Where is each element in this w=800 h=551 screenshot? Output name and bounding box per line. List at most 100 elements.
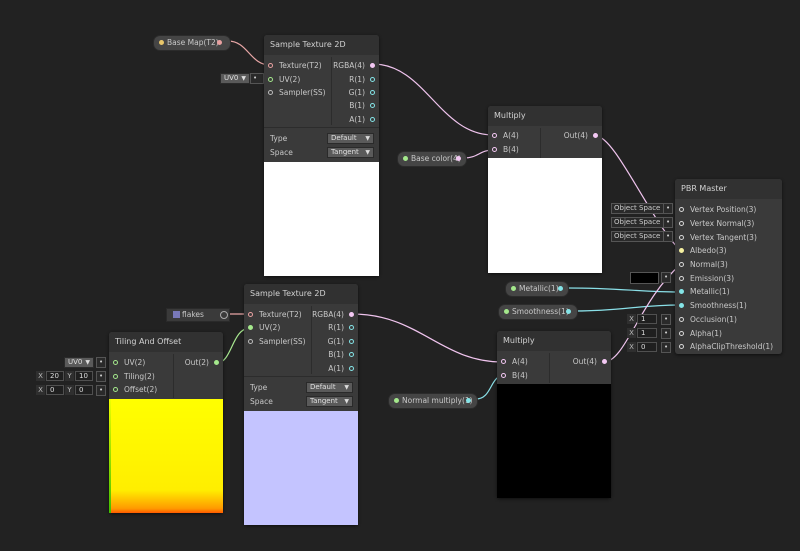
property-metallic[interactable]: Metallic(1) bbox=[505, 281, 569, 297]
wire-metallic bbox=[566, 287, 681, 293]
port-label: Alpha(1) bbox=[690, 329, 722, 338]
tiling-offset-node[interactable]: Tiling And Offset UV(2) Tiling(2) Offset… bbox=[109, 332, 223, 513]
property-base-map[interactable]: Base Map(T2) bbox=[153, 35, 231, 51]
sample-texture-node-2[interactable]: Sample Texture 2D Texture(T2) UV(2) Samp… bbox=[244, 284, 358, 525]
vertex-normal-space[interactable]: Object Space bbox=[611, 217, 664, 228]
chevron-down-icon: ▼ bbox=[344, 398, 349, 405]
texture-preview bbox=[244, 411, 358, 525]
output-port-b[interactable]: B(1) bbox=[325, 100, 375, 112]
type-dropdown[interactable]: Default ▼ bbox=[327, 133, 374, 144]
output-port-out[interactable]: Out(4) bbox=[553, 130, 598, 142]
port-label: Vertex Normal(3) bbox=[690, 219, 755, 228]
space-dropdown[interactable]: Tangent ▼ bbox=[327, 147, 374, 158]
port-label: R(1) bbox=[328, 323, 344, 332]
node-title: Tiling And Offset bbox=[109, 332, 223, 352]
tiling-y-value[interactable]: 10 bbox=[75, 371, 93, 381]
port-label: B(1) bbox=[349, 101, 365, 110]
port-label: A(4) bbox=[503, 131, 519, 140]
output-port-g[interactable]: G(1) bbox=[325, 87, 375, 99]
multiply-node-2[interactable]: Multiply A(4) B(4) Out(4) bbox=[497, 331, 611, 498]
property-output-port[interactable] bbox=[566, 309, 571, 314]
clip-connector: • bbox=[661, 342, 671, 353]
property-base-color[interactable]: Base color(4) bbox=[397, 151, 467, 167]
output-port-b[interactable]: B(1) bbox=[304, 349, 354, 361]
vertex-position-space[interactable]: Object Space bbox=[611, 203, 664, 214]
property-smoothness[interactable]: Smoothness(1) bbox=[498, 304, 578, 320]
property-port bbox=[394, 398, 399, 403]
clip-value[interactable]: 0 bbox=[637, 342, 657, 352]
port-dot bbox=[113, 360, 118, 365]
output-port-g[interactable]: G(1) bbox=[304, 336, 354, 348]
wire-rgba2-multiply2-a bbox=[351, 313, 504, 363]
tiling-preview bbox=[109, 399, 223, 513]
property-port bbox=[504, 309, 509, 314]
uv-port-connector: • bbox=[250, 73, 264, 84]
port-divider bbox=[540, 128, 541, 158]
port-label: Metallic(1) bbox=[690, 287, 730, 296]
node-title: Multiply bbox=[488, 106, 602, 126]
output-port-out[interactable]: Out(2) bbox=[174, 357, 219, 369]
property-output-port[interactable] bbox=[466, 398, 471, 403]
property-port bbox=[511, 286, 516, 291]
occlusion-value[interactable]: 1 bbox=[637, 314, 657, 324]
output-port-a[interactable]: A(1) bbox=[304, 363, 354, 375]
port-label: UV(2) bbox=[124, 358, 146, 367]
alpha-value[interactable]: 1 bbox=[637, 328, 657, 338]
port-dot bbox=[679, 262, 684, 267]
offset-connector: • bbox=[96, 385, 106, 396]
port-label: B(1) bbox=[328, 350, 344, 359]
port-dot bbox=[268, 77, 273, 82]
output-port-a[interactable]: A(1) bbox=[325, 114, 375, 126]
vertex-tangent-connector: • bbox=[663, 231, 673, 242]
property-output-port[interactable] bbox=[558, 286, 563, 291]
section-divider bbox=[244, 376, 358, 377]
sample-texture-node-1[interactable]: Sample Texture 2D Texture(T2) UV(2) Samp… bbox=[264, 35, 379, 276]
port-dot bbox=[602, 359, 607, 364]
output-port-r[interactable]: R(1) bbox=[325, 74, 375, 86]
property-flakes[interactable]: flakes bbox=[166, 308, 230, 322]
type-value: Default bbox=[331, 134, 357, 142]
vertex-tangent-space[interactable]: Object Space bbox=[611, 231, 664, 242]
node-title: Sample Texture 2D bbox=[244, 284, 358, 304]
port-label: A(4) bbox=[512, 357, 528, 366]
offset-x-value[interactable]: 0 bbox=[46, 385, 64, 395]
output-port-rgba[interactable]: RGBA(4) bbox=[304, 309, 354, 321]
port-label: RGBA(4) bbox=[333, 61, 365, 70]
texture-swatch-icon bbox=[173, 311, 180, 318]
property-normal-multiply[interactable]: Normal multiply(1) bbox=[388, 393, 478, 409]
port-dot bbox=[248, 339, 253, 344]
tiling-uv-connector: • bbox=[96, 357, 106, 368]
target-icon[interactable] bbox=[220, 311, 228, 319]
output-port-r[interactable]: R(1) bbox=[304, 322, 354, 334]
emission-color-swatch[interactable] bbox=[630, 272, 659, 284]
port-label: Texture(T2) bbox=[259, 310, 302, 319]
port-dot bbox=[679, 289, 684, 294]
space-value: Tangent bbox=[310, 397, 338, 405]
output-port-out[interactable]: Out(4) bbox=[562, 356, 607, 368]
output-port-rgba[interactable]: RGBA(4) bbox=[325, 60, 375, 72]
property-output-port[interactable] bbox=[456, 156, 461, 161]
port-label: Vertex Position(3) bbox=[690, 205, 757, 214]
chevron-down-icon: ▼ bbox=[365, 135, 370, 142]
property-label: Smoothness(1) bbox=[512, 307, 569, 316]
port-label: Out(2) bbox=[184, 358, 209, 367]
type-dropdown[interactable]: Default ▼ bbox=[306, 382, 353, 393]
pbr-master-node[interactable]: PBR Master Vertex Position(3) Vertex Norm… bbox=[675, 179, 782, 354]
property-output-port[interactable] bbox=[217, 40, 222, 45]
preview-edge-gradient bbox=[109, 399, 111, 513]
offset-y-value[interactable]: 0 bbox=[75, 385, 93, 395]
port-dot bbox=[349, 352, 354, 357]
multiply-node-1[interactable]: Multiply A(4) B(4) Out(4) bbox=[488, 106, 602, 273]
port-dot bbox=[268, 90, 273, 95]
port-dot bbox=[492, 133, 497, 138]
port-dot bbox=[248, 325, 253, 330]
port-label: Offset(2) bbox=[124, 385, 158, 394]
space-label: Space bbox=[250, 397, 273, 406]
tiling-uv-dropdown[interactable]: UV0 ▼ bbox=[64, 357, 94, 368]
port-label: UV(2) bbox=[259, 323, 281, 332]
uv-channel-dropdown[interactable]: UV0 ▼ bbox=[220, 73, 250, 84]
space-dropdown[interactable]: Tangent ▼ bbox=[306, 396, 353, 407]
tiling-x-value[interactable]: 20 bbox=[46, 371, 64, 381]
port-label: A(1) bbox=[328, 364, 344, 373]
port-dot bbox=[679, 317, 684, 322]
